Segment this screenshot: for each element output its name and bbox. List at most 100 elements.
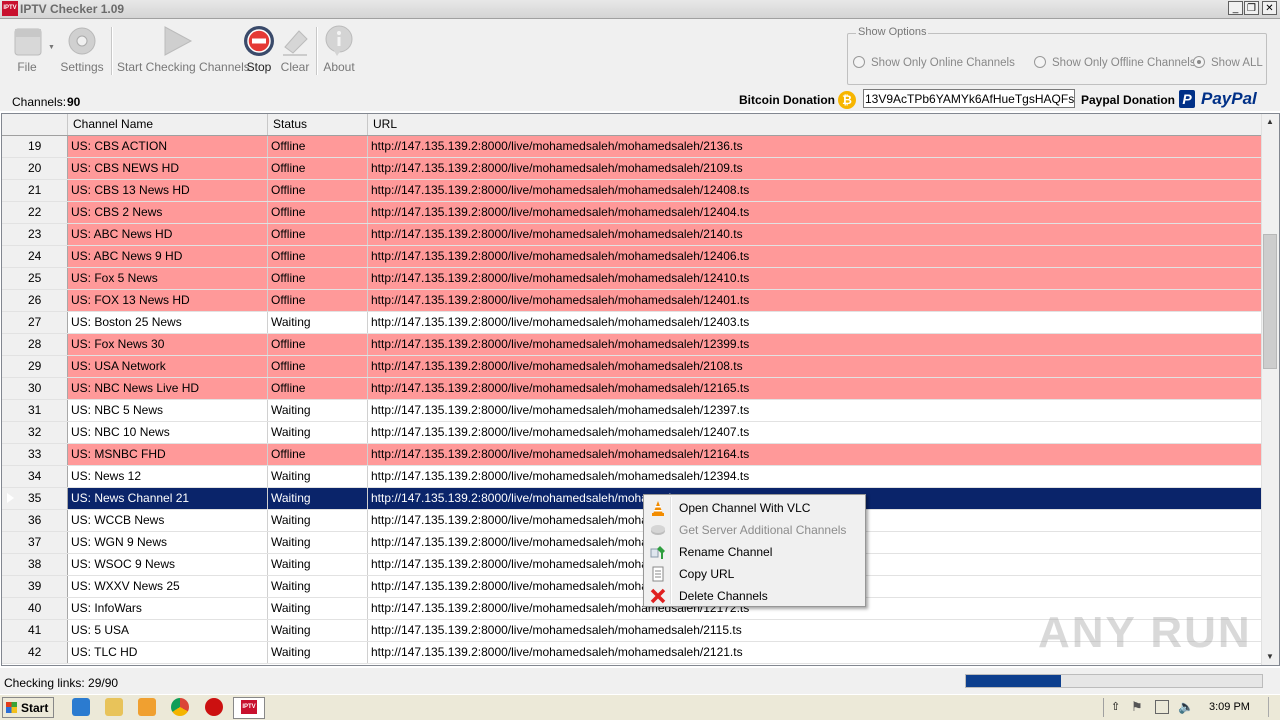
url-cell[interactable]: http://147.135.139.2:8000/live/mohamedsa… [368, 334, 1263, 355]
row-number-cell[interactable]: 26 [2, 290, 68, 311]
status-cell[interactable]: Waiting [268, 642, 368, 663]
url-cell[interactable]: http://147.135.139.2:8000/live/mohamedsa… [368, 400, 1263, 421]
url-cell[interactable]: http://147.135.139.2:8000/live/mohamedsa… [368, 180, 1263, 201]
menu-open-vlc[interactable]: Open Channel With VLC [646, 497, 863, 519]
channel-name-cell[interactable]: US: InfoWars [68, 598, 268, 619]
header-channel-name[interactable]: Channel Name [68, 114, 268, 135]
url-cell[interactable]: http://147.135.139.2:8000/live/mohamedsa… [368, 224, 1263, 245]
row-number-cell[interactable]: 40 [2, 598, 68, 619]
about-button[interactable]: About [321, 25, 357, 74]
channel-name-cell[interactable]: US: NBC 5 News [68, 400, 268, 421]
status-cell[interactable]: Waiting [268, 400, 368, 421]
opera-icon[interactable] [205, 698, 223, 716]
row-number-cell[interactable]: 24 [2, 246, 68, 267]
status-cell[interactable]: Waiting [268, 576, 368, 597]
table-row[interactable]: 33 US: MSNBC FHD Offline http://147.135.139… [2, 444, 1263, 466]
row-number-cell[interactable]: 42 [2, 642, 68, 663]
header-status[interactable]: Status [268, 114, 368, 135]
channel-name-cell[interactable]: US: NBC News Live HD [68, 378, 268, 399]
start-button[interactable]: Start [2, 697, 54, 718]
url-cell[interactable]: http://147.135.139.2:8000/live/mohamedsa… [368, 202, 1263, 223]
table-row[interactable]: 24 US: ABC News 9 HD Offline http://147.135… [2, 246, 1263, 268]
url-cell[interactable]: http://147.135.139.2:8000/live/mohamedsa… [368, 312, 1263, 333]
channel-name-cell[interactable]: US: CBS 13 News HD [68, 180, 268, 201]
status-cell[interactable]: Offline [268, 224, 368, 245]
close-button[interactable]: ✕ [1262, 1, 1277, 15]
channel-name-cell[interactable]: US: News 12 [68, 466, 268, 487]
row-number-cell[interactable]: 28 [2, 334, 68, 355]
minimize-button[interactable]: _ [1228, 1, 1243, 15]
url-cell[interactable]: http://147.135.139.2:8000/live/mohamedsa… [368, 444, 1263, 465]
row-number-cell[interactable]: 34 [2, 466, 68, 487]
status-cell[interactable]: Waiting [268, 620, 368, 641]
bitcoin-address-field[interactable]: 13V9AcTPb6YAMYk6AfHueTgsHAQFs9ptv [863, 89, 1075, 108]
media-player-icon[interactable] [138, 698, 156, 716]
radio-show-offline[interactable]: Show Only Offline Channels [1034, 56, 1196, 69]
channel-name-cell[interactable]: US: WGN 9 News [68, 532, 268, 553]
table-row[interactable]: 28 US: Fox News 30 Offline http://147.135.1… [2, 334, 1263, 356]
table-row[interactable]: 20 US: CBS NEWS HD Offline http://147.135.1… [2, 158, 1263, 180]
channel-name-cell[interactable]: US: ABC News 9 HD [68, 246, 268, 267]
url-cell[interactable]: http://147.135.139.2:8000/live/mohamedsa… [368, 356, 1263, 377]
table-row[interactable]: 26 US: FOX 13 News HD Offline http://147.13… [2, 290, 1263, 312]
clock[interactable]: 3:09 PM [1209, 701, 1250, 713]
table-row[interactable]: 30 US: NBC News Live HD Offline http://147.… [2, 378, 1263, 400]
table-row[interactable]: 19 US: CBS ACTION Offline http://147.135.13… [2, 136, 1263, 158]
url-cell[interactable]: http://147.135.139.2:8000/live/mohamedsa… [368, 290, 1263, 311]
row-number-cell[interactable]: 20 [2, 158, 68, 179]
flag-icon[interactable]: ⚑ [1131, 699, 1143, 715]
chrome-icon[interactable] [171, 698, 189, 716]
table-row[interactable]: 22 US: CBS 2 News Offline http://147.135.13… [2, 202, 1263, 224]
radio-show-online[interactable]: Show Only Online Channels [853, 56, 1015, 69]
network-icon[interactable] [1155, 700, 1169, 714]
row-number-cell[interactable]: 37 [2, 532, 68, 553]
channel-name-cell[interactable]: US: CBS 2 News [68, 202, 268, 223]
channel-name-cell[interactable]: US: WXXV News 25 [68, 576, 268, 597]
speaker-icon[interactable]: 🔈 [1178, 699, 1194, 715]
status-cell[interactable]: Offline [268, 180, 368, 201]
channel-name-cell[interactable]: US: Fox 5 News [68, 268, 268, 289]
table-row[interactable]: 36 US: WCCB News Waiting http://147.135.139… [2, 510, 1263, 532]
table-row[interactable]: 38 US: WSOC 9 News Waiting http://147.135.1… [2, 554, 1263, 576]
paypal-logo[interactable]: P PayPal [1179, 89, 1257, 109]
file-button[interactable]: File [8, 25, 46, 74]
status-cell[interactable]: Waiting [268, 422, 368, 443]
table-row[interactable]: 32 US: NBC 10 News Waiting http://147.135.1… [2, 422, 1263, 444]
status-cell[interactable]: Waiting [268, 510, 368, 531]
maximize-button[interactable]: ❐ [1244, 1, 1259, 15]
chevron-down-icon[interactable]: ▼ [48, 44, 55, 51]
url-cell[interactable]: http://147.135.139.2:8000/live/mohamedsa… [368, 136, 1263, 157]
status-cell[interactable]: Offline [268, 158, 368, 179]
channel-name-cell[interactable]: US: WCCB News [68, 510, 268, 531]
status-cell[interactable]: Offline [268, 246, 368, 267]
url-cell[interactable]: http://147.135.139.2:8000/live/mohamedsa… [368, 422, 1263, 443]
row-number-cell[interactable]: 23 [2, 224, 68, 245]
table-row[interactable]: 31 US: NBC 5 News Waiting http://147.135.13… [2, 400, 1263, 422]
menu-copy-url[interactable]: Copy URL [646, 563, 863, 585]
row-number-cell[interactable]: 36 [2, 510, 68, 531]
scrollbar-thumb[interactable] [1263, 234, 1277, 369]
channel-name-cell[interactable]: US: CBS ACTION [68, 136, 268, 157]
status-cell[interactable]: Waiting [268, 488, 368, 509]
iptv-checker-task[interactable]: IPTV [233, 697, 265, 719]
menu-delete-channels[interactable]: Delete Channels [646, 585, 863, 607]
status-cell[interactable]: Offline [268, 378, 368, 399]
channel-name-cell[interactable]: US: CBS NEWS HD [68, 158, 268, 179]
channel-name-cell[interactable]: US: FOX 13 News HD [68, 290, 268, 311]
row-number-cell[interactable]: 41 [2, 620, 68, 641]
vertical-scrollbar[interactable]: ▲ ▼ [1261, 114, 1279, 665]
channel-name-cell[interactable]: US: NBC 10 News [68, 422, 268, 443]
row-number-cell[interactable]: 30 [2, 378, 68, 399]
table-row[interactable]: 25 US: Fox 5 News Offline http://147.135.13… [2, 268, 1263, 290]
scroll-down-icon[interactable]: ▼ [1262, 649, 1278, 665]
channel-name-cell[interactable]: US: Boston 25 News [68, 312, 268, 333]
row-number-cell[interactable]: 27 [2, 312, 68, 333]
row-number-cell[interactable]: 38 [2, 554, 68, 575]
show-desktop-button[interactable] [1268, 697, 1279, 717]
row-number-cell[interactable]: 22 [2, 202, 68, 223]
channel-name-cell[interactable]: US: USA Network [68, 356, 268, 377]
status-cell[interactable]: Offline [268, 136, 368, 157]
clear-button[interactable]: Clear [279, 25, 311, 74]
status-cell[interactable]: Offline [268, 444, 368, 465]
status-cell[interactable]: Offline [268, 356, 368, 377]
